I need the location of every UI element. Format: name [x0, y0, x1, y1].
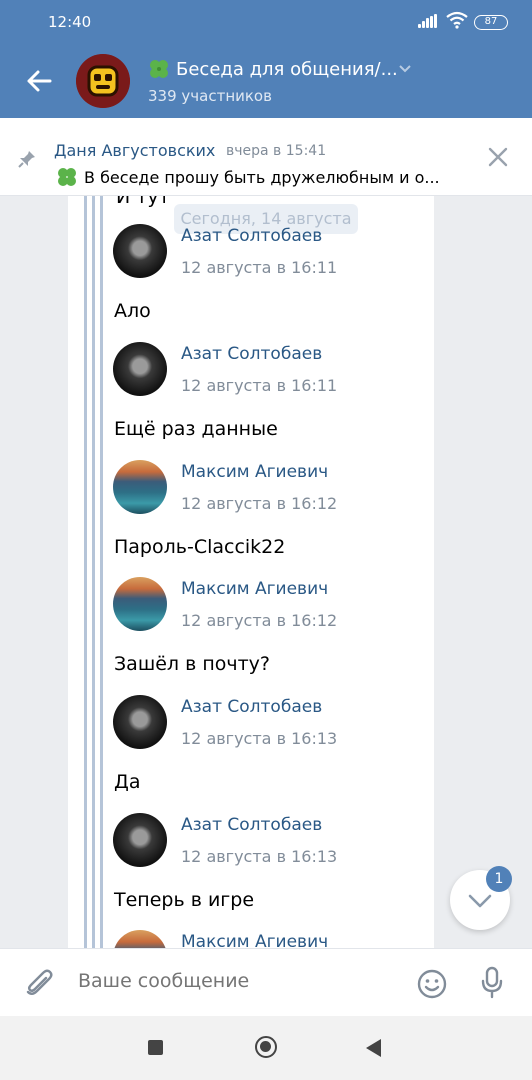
message-date: 12 августа в 16:11 — [181, 376, 338, 395]
chat-avatar[interactable] — [76, 54, 130, 108]
message-text: Теперь в игре — [114, 889, 255, 911]
pinned-text-row: В беседе прошу быть дружелюбным и о... — [56, 166, 440, 188]
back-arrow-icon[interactable] — [22, 64, 56, 98]
status-bar: 12:40 87 — [0, 0, 532, 44]
pin-icon — [18, 151, 35, 168]
signal-icon — [418, 14, 438, 28]
paperclip-icon[interactable] — [24, 966, 54, 1000]
microphone-icon[interactable] — [480, 966, 504, 1000]
cut-message-text: И тут — [116, 196, 170, 208]
clover-icon — [150, 60, 168, 78]
status-time: 12:40 — [48, 13, 92, 31]
message-date: 12 августа в 16:11 — [181, 258, 338, 277]
smile-icon[interactable] — [416, 968, 448, 1000]
chat-members-count: 339 участников — [148, 87, 272, 105]
chat-title-text: Беседа для общения/... — [176, 58, 398, 80]
wifi-icon — [446, 11, 468, 29]
quote-line — [84, 196, 87, 948]
close-icon[interactable] — [487, 146, 509, 168]
pinned-author[interactable]: Даня Августовских — [54, 141, 215, 160]
quote-line — [92, 196, 95, 948]
chevron-down-icon[interactable] — [398, 64, 412, 74]
avatar[interactable] — [113, 224, 167, 278]
message-input[interactable] — [78, 970, 398, 992]
sender-name[interactable]: Азат Солтобаев — [181, 344, 322, 364]
message-date: 12 августа в 16:13 — [181, 847, 338, 866]
pinned-text: В беседе прошу быть дружелюбным и о... — [84, 167, 440, 187]
sender-name[interactable]: Азат Солтобаев — [181, 815, 322, 835]
battery-icon: 87 — [474, 15, 508, 30]
avatar[interactable] — [113, 577, 167, 631]
avatar[interactable] — [113, 342, 167, 396]
avatar[interactable] — [113, 460, 167, 514]
brawl-stars-skull-icon — [76, 54, 130, 108]
home-button[interactable] — [255, 1036, 277, 1058]
message-feed[interactable]: И тут Сегодня, 14 августа Азат Солтобаев… — [0, 196, 532, 948]
sender-name[interactable]: Максим Агиевич — [181, 462, 328, 482]
avatar[interactable] — [113, 813, 167, 867]
message-text: Зашёл в почту? — [114, 653, 270, 675]
message-text: Да — [114, 771, 141, 793]
pinned-time: вчера в 15:41 — [226, 143, 327, 159]
system-back-button[interactable] — [366, 1039, 381, 1057]
message-text: Ало — [114, 300, 151, 322]
recents-button[interactable] — [148, 1040, 163, 1055]
message-date: 12 августа в 16:12 — [181, 494, 338, 513]
message-text: Пароль-Claccik22 — [114, 536, 286, 558]
sender-name[interactable]: Азат Солтобаев — [181, 226, 322, 246]
avatar[interactable] — [113, 695, 167, 749]
quote-line — [100, 196, 103, 948]
sender-name[interactable]: Азат Солтобаев — [181, 697, 322, 717]
sender-name[interactable]: Максим Агиевич — [181, 579, 328, 599]
message-date: 12 августа в 16:13 — [181, 729, 338, 748]
message-date: 12 августа в 16:12 — [181, 611, 338, 630]
sender-name[interactable]: Максим Агиевич — [181, 932, 328, 948]
unread-badge: 1 — [486, 866, 512, 892]
chat-title[interactable]: Беседа для общения/... — [148, 58, 398, 80]
message-text: Ещё раз данные — [114, 418, 278, 440]
clover-icon — [58, 168, 76, 186]
